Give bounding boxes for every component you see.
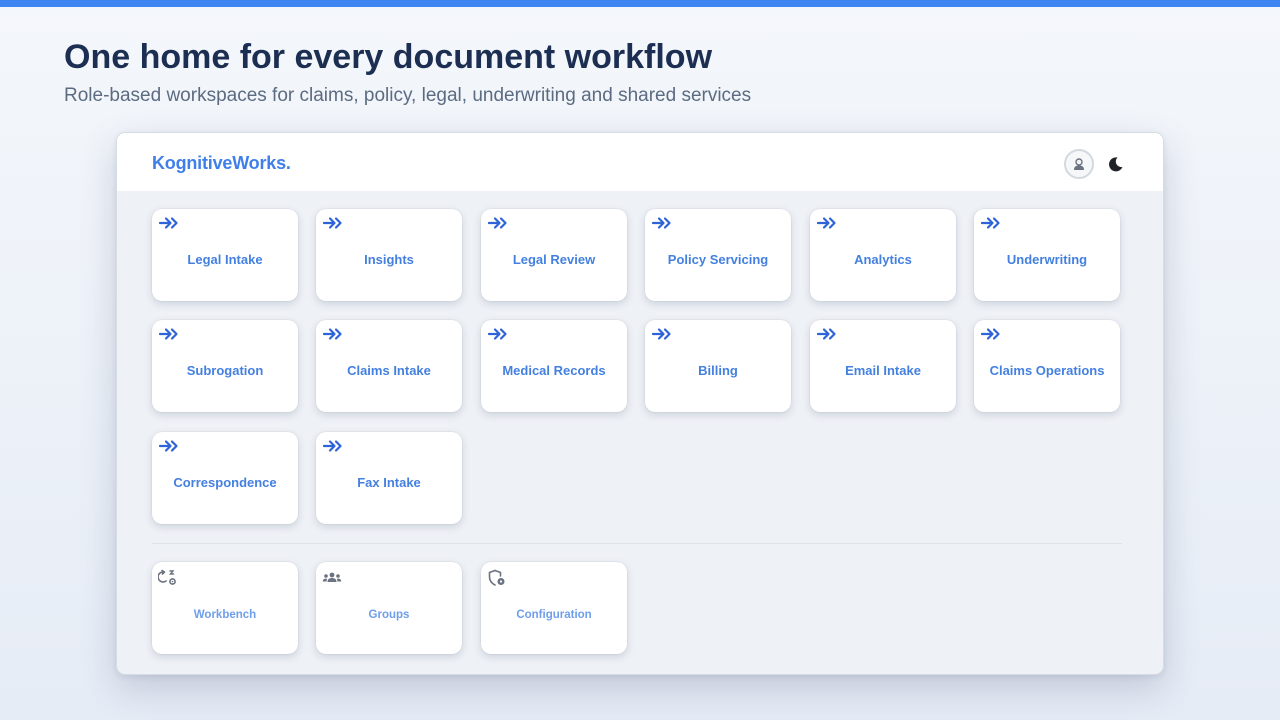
double-arrow-right-icon (651, 216, 672, 230)
double-arrow-right-icon (158, 439, 179, 453)
workspace-tile[interactable]: Fax Intake (316, 432, 462, 524)
app-header: KognitiveWorks. (117, 133, 1163, 191)
workspace-tile-label: Analytics (854, 252, 912, 267)
double-arrow-right-icon (487, 216, 508, 230)
workspace-tile[interactable]: Email Intake (810, 320, 956, 412)
double-arrow-right-icon (816, 216, 837, 230)
double-arrow-right-icon (322, 216, 343, 230)
double-arrow-right-icon (651, 327, 672, 341)
workspace-tile-label: Legal Review (512, 252, 596, 267)
workspace-tile-label: Billing (698, 363, 738, 378)
workbench-settings-icon (157, 569, 178, 587)
workspace-tile[interactable]: Claims Intake (316, 320, 462, 412)
workspace-tile-label: Legal Intake (187, 252, 263, 267)
workspace-tile-label: Medical Records (502, 363, 606, 378)
workspace-tile[interactable]: Insights (316, 209, 462, 301)
workspace-tile[interactable]: Underwriting (974, 209, 1120, 301)
workspace-tile[interactable]: Analytics (810, 209, 956, 301)
double-arrow-right-icon (816, 327, 837, 341)
workspace-tile[interactable]: Billing (645, 320, 791, 412)
page-subtitle: Role-based workspaces for claims, policy… (64, 85, 752, 106)
workspace-tile[interactable]: Subrogation (152, 320, 298, 412)
workspace-tile[interactable]: Legal Review (481, 209, 627, 301)
workspace-tile-label: Correspondence (173, 475, 277, 490)
workspace-tile-label: Subrogation (186, 363, 264, 378)
admin-tile[interactable]: Configuration (481, 562, 627, 654)
workspace-tile[interactable]: Legal Intake (152, 209, 298, 301)
user-avatar-icon[interactable] (1064, 149, 1094, 179)
workspace-tile-label: Insights (364, 252, 414, 267)
brand-logo[interactable]: KognitiveWorks. (152, 153, 291, 174)
top-accent-bar (0, 0, 1280, 7)
moon-icon[interactable] (1104, 153, 1126, 175)
section-divider (152, 543, 1122, 544)
workspace-tile-label: Underwriting (1006, 252, 1088, 267)
double-arrow-right-icon (322, 439, 343, 453)
double-arrow-right-icon (158, 216, 179, 230)
double-arrow-right-icon (980, 327, 1001, 341)
admin-tile[interactable]: Workbench (152, 562, 298, 654)
double-arrow-right-icon (980, 216, 1001, 230)
admin-tile-label: Workbench (193, 609, 257, 621)
workspace-tile-label: Claims Operations (989, 363, 1105, 378)
workspace-tile-label: Policy Servicing (667, 252, 769, 267)
groups-icon (322, 569, 342, 587)
double-arrow-right-icon (487, 327, 508, 341)
shield-settings-icon (487, 569, 507, 587)
app-window: KognitiveWorks. Legal Intake Insights Lega… (116, 132, 1164, 675)
admin-tile-label: Configuration (516, 609, 592, 621)
workspace-tile[interactable]: Medical Records (481, 320, 627, 412)
workspace-tile[interactable]: Policy Servicing (645, 209, 791, 301)
page-title: One home for every document workflow (64, 38, 713, 76)
workspace-tile-label: Claims Intake (347, 363, 431, 378)
workspace-tile-label: Fax Intake (357, 475, 421, 490)
admin-tile[interactable]: Groups (316, 562, 462, 654)
double-arrow-right-icon (158, 327, 179, 341)
workspace-tile[interactable]: Claims Operations (974, 320, 1120, 412)
double-arrow-right-icon (322, 327, 343, 341)
admin-tile-label: Groups (368, 609, 410, 621)
workspace-tile-label: Email Intake (845, 363, 921, 378)
workspace-tile[interactable]: Correspondence (152, 432, 298, 524)
